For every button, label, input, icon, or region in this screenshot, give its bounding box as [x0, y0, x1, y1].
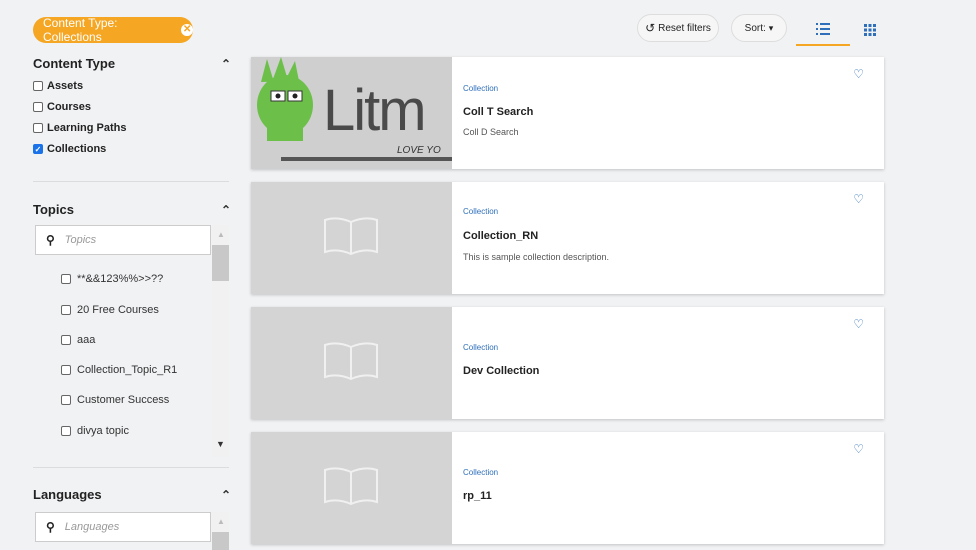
heart-icon[interactable]: ♡: [853, 192, 864, 206]
scroll-up-icon: ▲: [217, 517, 225, 526]
topic-label: aaa: [77, 334, 96, 346]
topics-scrollbar[interactable]: ▲ ▼: [212, 225, 229, 457]
logo-wordmark: Litm: [323, 78, 427, 143]
content-type-option-assets[interactable]: Assets: [33, 80, 231, 92]
chevron-up-icon: ⌃: [220, 487, 231, 502]
checkbox[interactable]: [61, 365, 71, 375]
grid-view-icon: [864, 24, 876, 36]
search-icon: ⚲: [46, 233, 55, 247]
topic-label: divya topic: [77, 425, 129, 437]
collection-card[interactable]: Collection Dev Collection ♡: [251, 307, 884, 419]
topic-label: **&&123%%>>??: [77, 273, 164, 285]
collection-card[interactable]: Litm LOVE YO Collection Coll T Search Co…: [251, 57, 884, 169]
list-view-button[interactable]: [796, 14, 850, 46]
checkbox[interactable]: [61, 395, 71, 405]
reset-icon: ↺: [645, 21, 656, 35]
card-type: Collection: [463, 207, 499, 216]
chevron-up-icon: ⌃: [220, 56, 231, 71]
logo-tagline: LOVE YO: [397, 145, 441, 156]
topics-search-input[interactable]: ⚲ Topics: [35, 225, 211, 255]
scroll-down-icon: ▼: [216, 439, 225, 449]
scroll-thumb[interactable]: [212, 245, 229, 281]
card-thumbnail: [251, 182, 452, 294]
checkbox-checked[interactable]: ✓: [33, 144, 43, 154]
content-type-filter-chip[interactable]: Content Type: Collections ✕: [33, 16, 193, 44]
topic-option[interactable]: Customer Success: [61, 394, 169, 406]
topics-search-placeholder: Topics: [64, 234, 97, 246]
languages-search-placeholder: Languages: [64, 521, 120, 533]
topic-label: Collection_Topic_R1: [77, 364, 178, 376]
filter-chip-label: Content Type: Collections: [43, 16, 118, 44]
card-type: Collection: [463, 468, 499, 477]
option-label: Learning Paths: [47, 122, 127, 134]
card-title[interactable]: Dev Collection: [463, 365, 539, 377]
close-icon[interactable]: ✕: [181, 24, 193, 36]
card-title[interactable]: Coll T Search: [463, 106, 533, 118]
content-type-option-courses[interactable]: Courses: [33, 101, 231, 113]
topics-header[interactable]: Topics ⌃: [33, 202, 231, 217]
topics-heading: Topics: [33, 202, 74, 217]
languages-search-input[interactable]: ⚲ Languages: [35, 512, 211, 542]
checkbox[interactable]: [33, 123, 43, 133]
collection-card[interactable]: Collection Collection_RN This is sample …: [251, 182, 884, 294]
content-type-option-collections[interactable]: ✓ Collections: [33, 143, 231, 155]
option-label: Collections: [47, 143, 107, 155]
topic-option[interactable]: **&&123%%>>??: [61, 273, 163, 285]
card-type: Collection: [463, 343, 499, 352]
book-icon: [324, 217, 378, 256]
topic-option[interactable]: Collection_Topic_R1: [61, 364, 177, 376]
card-description: This is sample collection description.: [463, 252, 610, 262]
book-icon: [324, 342, 378, 381]
checkbox[interactable]: [61, 335, 71, 345]
option-label: Courses: [47, 101, 92, 113]
chevron-down-icon: ▾: [768, 22, 774, 33]
monster-mascot-image: [257, 57, 313, 141]
checkbox[interactable]: [33, 102, 43, 112]
heart-icon[interactable]: ♡: [853, 67, 864, 81]
grid-view-button[interactable]: [843, 14, 897, 46]
checkbox[interactable]: [61, 426, 71, 436]
languages-scrollbar[interactable]: ▲: [212, 512, 229, 550]
heart-icon[interactable]: ♡: [853, 442, 864, 456]
card-thumbnail-logo: Litm LOVE YO: [251, 57, 452, 169]
search-icon: ⚲: [46, 520, 55, 534]
content-type-header[interactable]: Content Type ⌃: [33, 56, 231, 71]
topic-option[interactable]: 20 Free Courses: [61, 304, 159, 316]
sort-button[interactable]: Sort: ▾: [731, 14, 787, 42]
collection-card[interactable]: Collection rp_11 ♡: [251, 432, 884, 544]
card-type: Collection: [463, 84, 499, 93]
languages-header[interactable]: Languages ⌃: [33, 487, 231, 502]
sort-label: Sort:: [744, 22, 766, 34]
divider: [33, 181, 229, 182]
chevron-up-icon: ⌃: [220, 202, 231, 217]
card-title[interactable]: rp_11: [463, 490, 492, 502]
topic-label: Customer Success: [77, 394, 170, 406]
reset-filters-button[interactable]: ↺ Reset filters: [637, 14, 719, 42]
logo-underline: [281, 157, 452, 161]
checkbox[interactable]: [33, 81, 43, 91]
topic-option[interactable]: divya topic: [61, 425, 129, 437]
scroll-thumb[interactable]: [212, 532, 229, 550]
scroll-up-icon: ▲: [217, 230, 225, 239]
filter-sidebar: Content Type ⌃ Assets Courses Learning P…: [33, 52, 231, 155]
topic-option[interactable]: aaa: [61, 334, 95, 346]
checkbox[interactable]: [61, 274, 71, 284]
card-thumbnail: [251, 432, 452, 544]
content-type-heading: Content Type: [33, 56, 116, 71]
content-type-option-learning-paths[interactable]: Learning Paths: [33, 122, 231, 134]
card-description: Coll D Search: [463, 127, 519, 137]
divider: [33, 467, 229, 468]
option-label: Assets: [47, 80, 84, 92]
reset-filters-label: Reset filters: [658, 22, 711, 34]
languages-heading: Languages: [33, 487, 102, 502]
book-icon: [324, 467, 378, 506]
card-title[interactable]: Collection_RN: [463, 230, 538, 242]
card-thumbnail: [251, 307, 452, 419]
checkbox[interactable]: [61, 305, 71, 315]
heart-icon[interactable]: ♡: [853, 317, 864, 331]
list-view-icon: [816, 23, 830, 35]
topic-label: 20 Free Courses: [77, 304, 159, 316]
